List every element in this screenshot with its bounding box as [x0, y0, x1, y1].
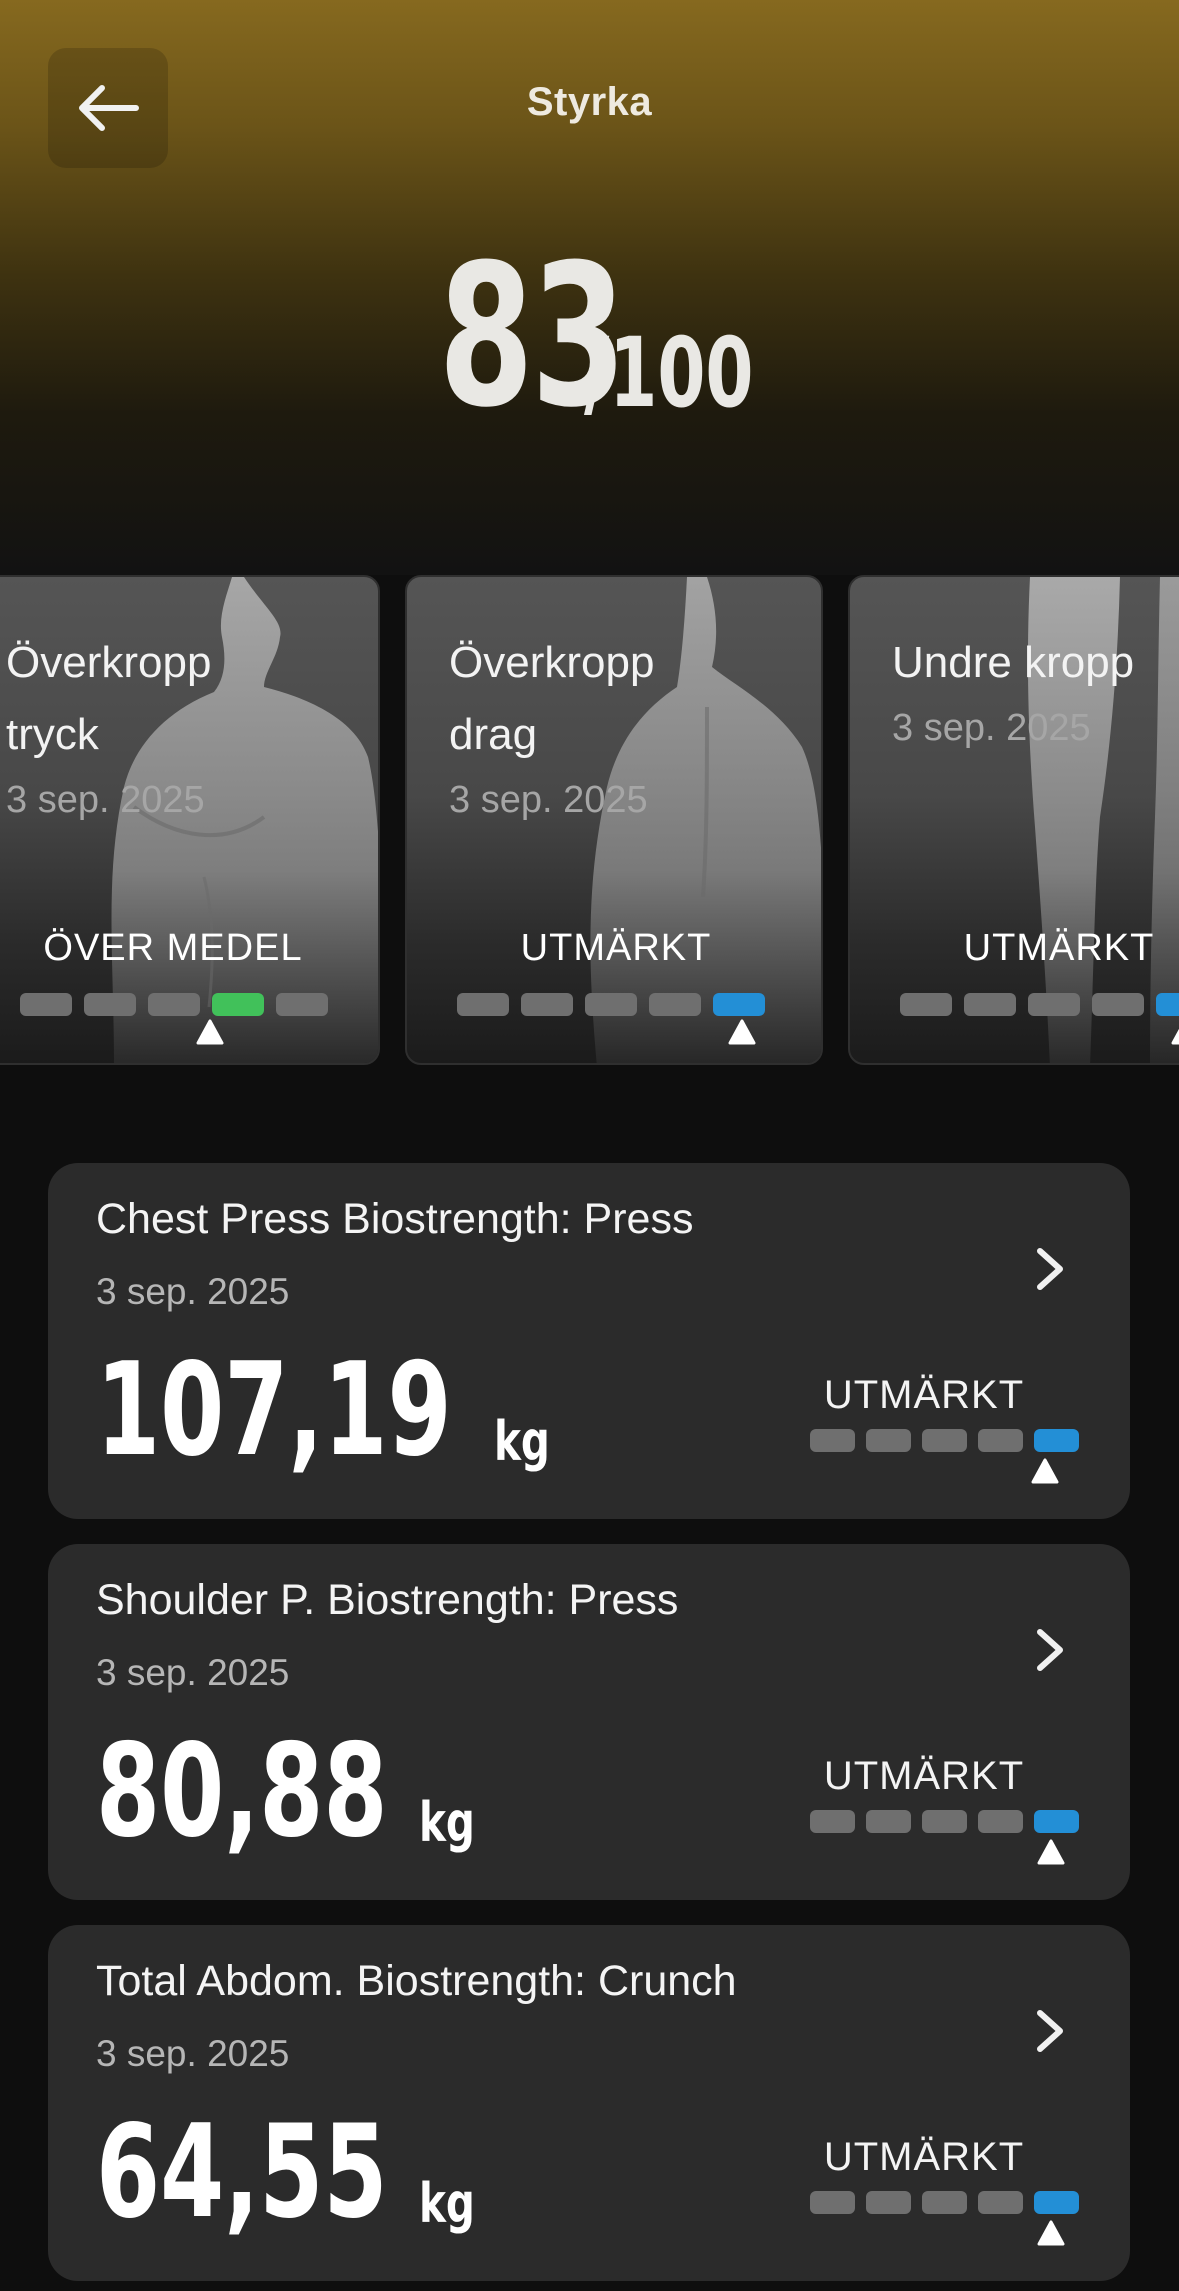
exercise-value: 80,88 kg: [96, 1726, 493, 1856]
scale-segment: [866, 1810, 911, 1833]
exercise-rating: UTMÄRKT: [823, 1373, 1025, 1417]
header: Styrka 83 /100: [0, 0, 1179, 575]
page-title: Styrka: [526, 80, 653, 124]
rating-scale: [900, 993, 1179, 1016]
exercise-name: Total Abdom. Biostrength: Crunch: [96, 1957, 737, 2005]
exercise-name: Chest Press Biostrength: Press: [96, 1195, 694, 1243]
exercise-rating: UTMÄRKT: [823, 2135, 1025, 2179]
category-date: 3 sep. 2025: [449, 779, 648, 821]
scale-segment: [84, 993, 136, 1016]
rating-scale: [810, 1810, 1079, 1833]
scale-segment: [978, 1429, 1023, 1452]
exercise-card-chest-press[interactable]: Chest Press Biostrength: Press 3 sep. 20…: [48, 1163, 1130, 1519]
rating-scale: [457, 993, 765, 1016]
scale-segment: [964, 993, 1016, 1016]
scale-segment: [585, 993, 637, 1016]
category-rating: ÖVER MEDEL: [43, 927, 303, 969]
scale-segment: [20, 993, 72, 1016]
scale-segment-active: [212, 993, 264, 1016]
scale-segment: [922, 1429, 967, 1452]
triangle-up-icon: [728, 1019, 756, 1045]
scale-segment: [1028, 993, 1080, 1016]
exercise-value: 107,19 kg: [96, 1345, 569, 1475]
scale-segment: [810, 2191, 855, 2214]
triangle-up-icon: [1037, 1839, 1065, 1865]
rating-scale: [810, 1429, 1079, 1452]
scale-segment-active: [1034, 1429, 1079, 1452]
category-date: 3 sep. 2025: [6, 779, 205, 821]
strength-score: 83 /100: [0, 235, 1179, 435]
score-max: /100: [584, 317, 754, 429]
scale-segment-active: [1034, 1810, 1079, 1833]
exercise-weight: 64,55: [96, 2098, 388, 2247]
scale-segment: [457, 993, 509, 1016]
exercise-card-shoulder-press[interactable]: Shoulder P. Biostrength: Press 3 sep. 20…: [48, 1544, 1130, 1900]
chevron-right-icon: [1037, 2010, 1063, 2052]
triangle-up-icon: [1031, 1458, 1059, 1484]
triangle-up-icon: [1171, 1028, 1179, 1045]
exercise-name: Shoulder P. Biostrength: Press: [96, 1576, 679, 1624]
scale-segment: [900, 993, 952, 1016]
category-title: Överkropp tryck: [6, 638, 212, 759]
rating-scale: [810, 2191, 1079, 2214]
scale-segment: [810, 1810, 855, 1833]
exercise-date: 3 sep. 2025: [96, 2033, 290, 2074]
category-carousel[interactable]: Överkropp tryck 3 sep. 2025 ÖVER MEDEL Ö…: [0, 575, 1179, 1067]
scale-segment: [978, 1810, 1023, 1833]
chevron-right-icon: [1037, 1629, 1063, 1671]
exercise-rating: UTMÄRKT: [823, 1754, 1025, 1798]
exercise-card-abdominal-crunch[interactable]: Total Abdom. Biostrength: Crunch 3 sep. …: [48, 1925, 1130, 2281]
scale-segment-active: [713, 993, 765, 1016]
exercise-value: 64,55 kg: [96, 2107, 493, 2237]
category-date: 3 sep. 2025: [892, 707, 1091, 749]
scale-segment: [866, 1429, 911, 1452]
category-title: Undre kropp: [892, 638, 1135, 687]
scale-segment: [810, 1429, 855, 1452]
triangle-up-icon: [196, 1019, 224, 1045]
scale-segment-active: [1156, 993, 1179, 1016]
scale-segment: [521, 993, 573, 1016]
scale-segment: [978, 2191, 1023, 2214]
exercise-date: 3 sep. 2025: [96, 1271, 290, 1312]
category-card-lower-body[interactable]: Undre kropp 3 sep. 2025 UTMÄRKT: [848, 575, 1179, 1065]
scale-segment: [649, 993, 701, 1016]
exercise-unit: kg: [418, 2172, 475, 2235]
scale-segment-active: [1034, 2191, 1079, 2214]
rating-scale: [20, 993, 328, 1016]
category-rating: UTMÄRKT: [520, 927, 712, 969]
scale-segment: [276, 993, 328, 1016]
scale-segment: [148, 993, 200, 1016]
scale-segment: [1092, 993, 1144, 1016]
category-card-upper-pull[interactable]: Överkropp drag 3 sep. 2025 UTMÄRKT: [405, 575, 823, 1065]
exercise-unit: kg: [493, 1410, 550, 1473]
exercise-weight: 80,88: [96, 1717, 388, 1866]
exercise-weight: 107,19: [96, 1336, 452, 1485]
chevron-right-icon: [1037, 1248, 1063, 1290]
scale-segment: [922, 2191, 967, 2214]
category-card-upper-push[interactable]: Överkropp tryck 3 sep. 2025 ÖVER MEDEL: [0, 575, 380, 1065]
scale-segment: [922, 1810, 967, 1833]
triangle-up-icon: [1037, 2220, 1065, 2246]
category-rating: UTMÄRKT: [963, 927, 1155, 969]
category-title: Överkropp drag: [449, 638, 655, 759]
scale-segment: [866, 2191, 911, 2214]
exercise-date: 3 sep. 2025: [96, 1652, 290, 1693]
exercise-unit: kg: [418, 1791, 475, 1854]
